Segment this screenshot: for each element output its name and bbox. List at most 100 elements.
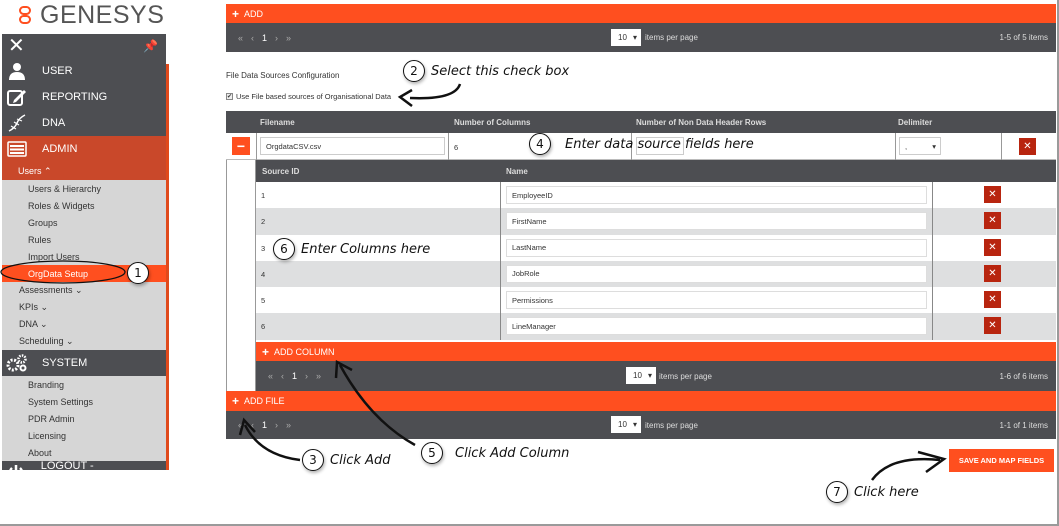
sidebar-item-scheduling[interactable]: Scheduling ⌄	[2, 333, 166, 350]
header-num-columns: Number of Columns	[454, 118, 531, 127]
column-rows: 1 EmployeeID ✕ 2 FirstName ✕ 3 LastName ✕ 4 JobRol…	[256, 182, 1056, 340]
add-column-button[interactable]: + ADD COLUMN	[256, 342, 1056, 361]
header-delimiter: Delimiter	[898, 118, 933, 127]
use-file-sources-checkbox-row[interactable]: ✔ Use File based sources of Organisation…	[226, 92, 391, 101]
top-pager: « ‹ 1 › » 10 ▾ items per page 1-5 of 5 it…	[226, 23, 1056, 52]
per-page-select[interactable]: 10 ▾	[611, 416, 641, 433]
last-page-button[interactable]: »	[286, 33, 291, 43]
use-file-sources-checkbox[interactable]: ✔	[226, 93, 233, 100]
per-page-value: 10	[618, 33, 627, 42]
delete-column-button[interactable]: ✕	[984, 238, 1001, 256]
sidebar-item-rules[interactable]: Rules	[2, 231, 166, 248]
per-page-select[interactable]: 10 ▾	[611, 29, 641, 46]
per-page-label: items per page	[645, 421, 698, 430]
delete-column-button[interactable]: ✕	[984, 212, 1001, 230]
sidebar-item-reporting[interactable]: REPORTING	[2, 84, 166, 110]
num-columns-input[interactable]: 6	[454, 143, 458, 152]
sidebar-item-admin[interactable]: ADMIN	[2, 136, 166, 162]
last-page-button[interactable]: »	[286, 420, 291, 430]
per-page-select[interactable]: 10 ▾	[626, 367, 656, 384]
sidebar-item-groups[interactable]: Groups	[2, 214, 166, 231]
add-label: ADD	[244, 8, 264, 19]
column-row: 1 EmployeeID ✕	[256, 182, 1056, 209]
annotation-5: 5 Click Add Column	[421, 442, 569, 464]
sidebar-item-licensing[interactable]: Licensing	[2, 427, 166, 444]
column-name-input[interactable]: FirstName	[506, 212, 927, 231]
first-page-button[interactable]: «	[238, 420, 243, 430]
last-page-button[interactable]: »	[316, 371, 321, 381]
prev-page-button[interactable]: ‹	[251, 420, 254, 430]
sidebar-item-pdr-admin[interactable]: PDR Admin	[2, 410, 166, 427]
first-page-button[interactable]: «	[268, 371, 273, 381]
close-icon[interactable]: ✕	[8, 36, 25, 56]
logo-text: GENESYS	[40, 0, 165, 29]
sidebar-scrollbar[interactable]	[166, 64, 169, 470]
sidebar-item-user[interactable]: USER	[2, 58, 166, 84]
current-page[interactable]: 1	[262, 420, 267, 430]
prev-page-button[interactable]: ‹	[251, 33, 254, 43]
sidebar-item-label: REPORTING	[42, 91, 108, 103]
dropdown-caret-icon: ▾	[932, 141, 936, 151]
sidebar-item-assessments[interactable]: Assessments ⌄	[2, 282, 166, 299]
column-name-input[interactable]: LastName	[506, 238, 927, 257]
sidebar-item-dna-sub[interactable]: DNA ⌄	[2, 316, 166, 333]
prev-page-button[interactable]: ‹	[281, 371, 284, 381]
dropdown-caret-icon: ▾	[647, 371, 652, 380]
column-name-input[interactable]: LineManager	[506, 317, 927, 336]
add-file-label: ADD FILE	[244, 396, 285, 406]
column-row: 2 FirstName ✕	[256, 208, 1056, 235]
delete-column-button[interactable]: ✕	[984, 317, 1001, 335]
file-table-header: Filename Number of Columns Number of Non…	[226, 111, 1056, 133]
sidebar-item-logout[interactable]: LOGOUT - TADMIN@DEM	[2, 460, 166, 470]
header-source-id: Source ID	[262, 167, 300, 176]
annotation-2: 2 Select this check box	[403, 60, 569, 82]
column-name-input[interactable]: Permissions	[506, 291, 927, 310]
source-id: 5	[261, 296, 266, 306]
per-page-value: 10	[633, 371, 642, 380]
item-count: 1-5 of 5 items	[999, 33, 1048, 42]
next-page-button[interactable]: ›	[275, 420, 278, 430]
sidebar-item-kpis[interactable]: KPIs ⌄	[2, 299, 166, 316]
sidebar-item-branding[interactable]: Branding	[2, 376, 166, 393]
current-page[interactable]: 1	[292, 371, 297, 381]
annotation-1: 1	[127, 262, 155, 284]
sidebar-users-toggle[interactable]: Users ⌃	[2, 162, 166, 180]
header-header-rows: Number of Non Data Header Rows	[636, 118, 767, 127]
current-page[interactable]: 1	[262, 33, 267, 43]
column-name-input[interactable]: EmployeeID	[506, 186, 927, 204]
sidebar-item-system[interactable]: SYSTEM	[2, 350, 166, 376]
x-icon: ✕	[988, 241, 997, 253]
sidebar-item-label: USER	[42, 65, 73, 77]
delimiter-select[interactable]: , ▾	[899, 137, 941, 155]
delete-file-button[interactable]: ✕	[1019, 138, 1036, 155]
next-page-button[interactable]: ›	[275, 33, 278, 43]
delete-column-button[interactable]: ✕	[984, 186, 1001, 203]
add-button[interactable]: + ADD	[226, 4, 1056, 23]
per-page-label: items per page	[659, 372, 712, 381]
annotation-6: 6 Enter Columns here	[273, 238, 430, 260]
sidebar-item-users-hierarchy[interactable]: Users & Hierarchy	[2, 180, 166, 197]
add-file-button[interactable]: + ADD FILE	[226, 391, 1056, 411]
sidebar-item-about[interactable]: About	[2, 444, 166, 461]
sidebar-top: ✕ 📌	[2, 34, 166, 58]
source-id: 6	[261, 322, 266, 332]
sidebar-item-label: SYSTEM	[42, 357, 88, 369]
filename-input[interactable]: OrgdataCSV.csv	[260, 137, 445, 155]
next-page-button[interactable]: ›	[305, 371, 308, 381]
x-icon: ✕	[988, 294, 997, 306]
sidebar-item-system-settings[interactable]: System Settings	[2, 393, 166, 410]
delete-column-button[interactable]: ✕	[984, 264, 1001, 282]
pin-icon[interactable]: 📌	[143, 39, 158, 53]
header-filename: Filename	[260, 118, 295, 127]
per-page-label: items per page	[645, 33, 698, 42]
sidebar-item-dna[interactable]: DNA	[2, 110, 166, 136]
sidebar-item-roles-widgets[interactable]: Roles & Widgets	[2, 197, 166, 214]
column-name-input[interactable]: JobRole	[506, 264, 927, 283]
collapse-row-button[interactable]: −	[232, 137, 250, 155]
annotation-3: 3 Click Add	[302, 449, 391, 471]
delete-column-button[interactable]: ✕	[984, 291, 1001, 309]
first-page-button[interactable]: «	[238, 33, 243, 43]
power-icon	[6, 464, 27, 470]
delimiter-value: ,	[905, 141, 908, 151]
save-and-map-fields-button[interactable]: SAVE AND MAP FIELDS	[949, 449, 1054, 472]
